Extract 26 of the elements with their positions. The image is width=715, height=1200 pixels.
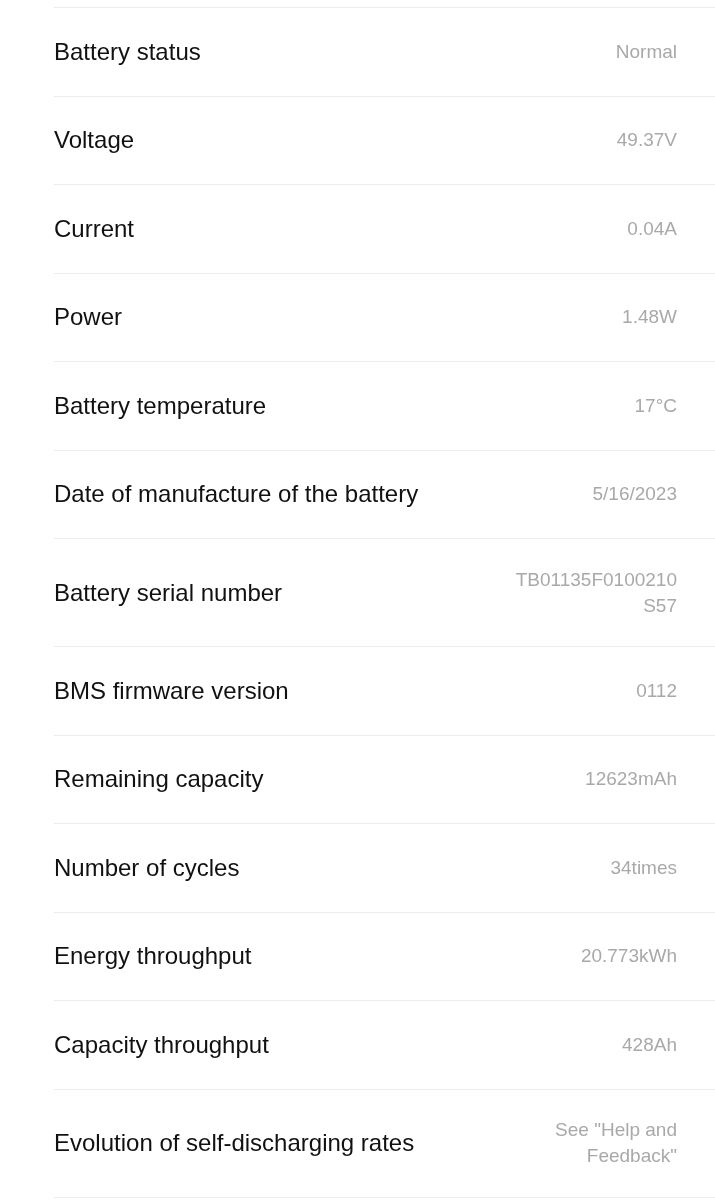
setting-value: 17°C [634,393,677,418]
setting-value: Normal [615,39,677,64]
setting-value: See "Help and Feedback" [554,1118,677,1168]
setting-label: Power [54,303,123,332]
setting-value: 20.773kWh [580,944,677,969]
setting-label: Battery status [54,37,201,66]
setting-value: 12623mAh [585,767,677,792]
setting-label: Remaining capacity [54,765,264,794]
setting-label: Current [54,214,135,243]
setting-value: 49.37V [616,128,677,153]
setting-value: 5/16/2023 [592,482,677,507]
setting-label: Energy throughput [54,942,252,971]
setting-label: Voltage [54,126,135,155]
setting-value: 34times [610,855,677,880]
setting-label: Date of manufacture of the battery [54,480,419,509]
setting-label: Battery serial number [54,578,283,607]
setting-label: Evolution of self-discharging rates [54,1129,415,1157]
setting-value: 0112 [636,678,677,703]
setting-label: Capacity throughput [54,1030,269,1059]
setting-label: Battery temperature [54,391,267,420]
setting-value: TB01135F0100210S57 [514,567,677,618]
setting-value: 0.04A [627,216,677,241]
setting-label: Number of cycles [54,853,240,882]
setting-value: 1.48W [622,305,677,330]
setting-label: BMS firmware version [54,676,289,705]
setting-value: 428Ah [622,1032,677,1057]
